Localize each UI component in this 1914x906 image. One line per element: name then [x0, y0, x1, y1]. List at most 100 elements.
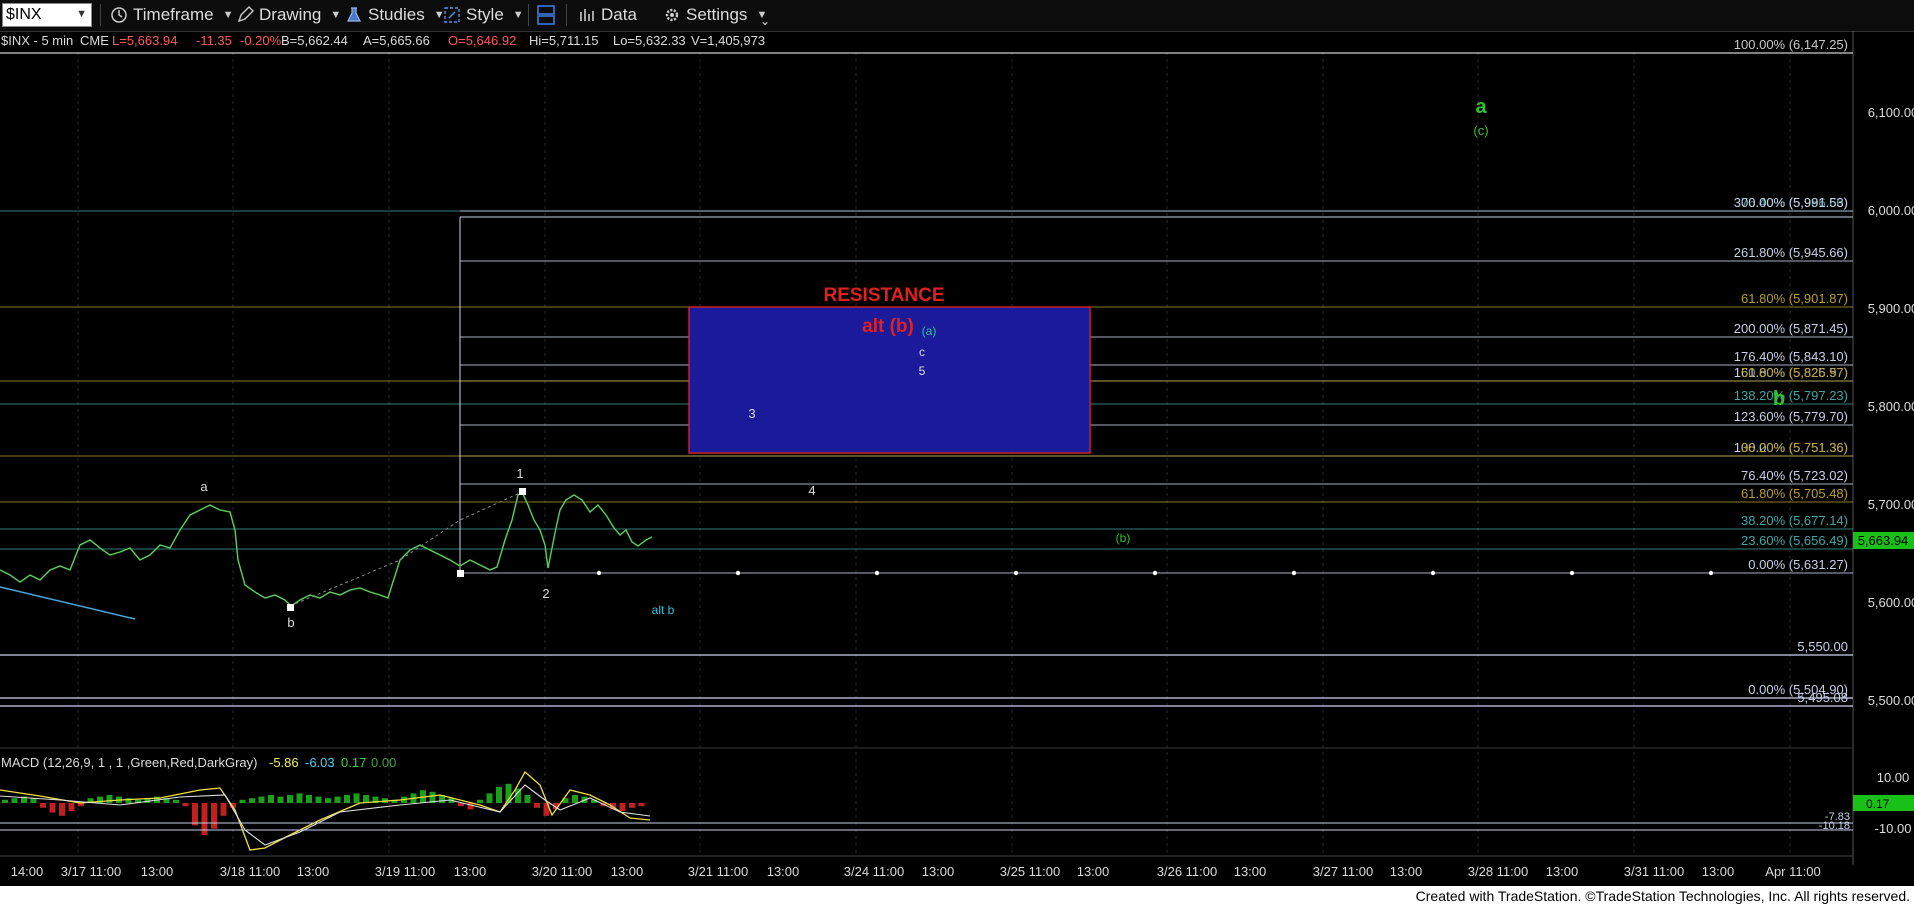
symbol-dropdown-icon[interactable]: ▼: [76, 8, 87, 20]
time-tick: 3/27 11:00: [1313, 864, 1373, 879]
data-button[interactable]: Data: [578, 2, 637, 28]
fib-level-label: 61.80% (5,705.48): [1741, 486, 1848, 501]
resistance-label: RESISTANCE: [823, 285, 944, 306]
chevron-down-icon: ▼: [512, 9, 524, 21]
settings-button[interactable]: Settings ▼: [663, 2, 767, 28]
projection-dot: [1430, 570, 1436, 576]
drawing-label: Drawing: [259, 5, 322, 24]
projection-dot: [874, 570, 880, 576]
projection-dot: [1152, 570, 1158, 576]
time-tick: 13:00: [922, 864, 955, 879]
macd-bar: [496, 787, 502, 803]
time-tick: 13:00: [454, 864, 487, 879]
toolbar-divider: [528, 4, 529, 26]
chart-header-symbol: $INX - 5 min: [1, 33, 73, 48]
macd-bar: [192, 803, 198, 826]
projection-dot: [1569, 570, 1575, 576]
studies-button[interactable]: Studies ▼: [345, 2, 445, 28]
macd-bar: [49, 803, 56, 813]
macd-bar: [220, 803, 227, 816]
wave-big-b-label: b: [1773, 388, 1785, 410]
macd-bar: [258, 796, 265, 803]
chart-header-high: Hi=5,711.15: [529, 33, 599, 48]
macd-bar: [40, 803, 46, 808]
trendline[interactable]: [0, 586, 136, 620]
clock-icon: [111, 7, 127, 23]
layout-button[interactable]: [536, 2, 556, 28]
macd-bar: [239, 799, 246, 803]
toolbar-divider: [566, 4, 567, 26]
fib-level-label: 261.80% (5,945.66): [1734, 245, 1848, 260]
macd-bar: [334, 796, 341, 803]
macd-axis-tick: -10.00: [1875, 821, 1912, 836]
toolbar-divider: [100, 4, 101, 26]
toolbar: $INX ▼ Timeframe ▼ Drawing ▼ Studies ▼ S…: [0, 0, 1914, 32]
wave-point-marker[interactable]: [519, 488, 526, 495]
timeframe-button[interactable]: Timeframe ▼: [110, 2, 234, 28]
wave-3-label: 3: [748, 406, 755, 421]
time-tick: 3/19 11:00: [375, 864, 435, 879]
time-axis: 14:00 3/17 11:00 13:00 3/18 11:00 13:00 3/19 …: [11, 864, 1821, 879]
chevron-down-icon: ▼: [330, 9, 342, 21]
macd-bar: [59, 803, 65, 816]
fib-level-label: 50.00% (5,826.97): [1741, 365, 1848, 380]
wave-point-marker[interactable]: [287, 604, 294, 611]
projection-dot: [596, 570, 602, 576]
chart-header-last: L=5,663.94: [112, 33, 177, 48]
chart-header-change: -11.35: [196, 33, 232, 48]
price-tick: 6,000.00: [1868, 203, 1914, 218]
fib-level-label: 38.20% (5,677.14): [1741, 513, 1848, 528]
projection-dot: [735, 570, 741, 576]
chart-header-open: O=5,646.92: [448, 33, 516, 48]
time-tick: 3/24 11:00: [844, 864, 904, 879]
symbol-input[interactable]: $INX ▼: [2, 3, 92, 27]
layout-icon: [537, 5, 555, 25]
price-tick: 5,800.00: [1868, 399, 1914, 414]
fib-level-label: 38.20% (5,751.36): [1741, 440, 1848, 455]
fib-level-label: 300.00% (5,991.53): [1734, 195, 1848, 210]
macd-bar: [325, 798, 331, 803]
alt-b-cyan-label: alt b: [652, 603, 675, 617]
price-tick: 6,100.00: [1868, 105, 1914, 120]
price-tick: 5,700.00: [1868, 497, 1914, 512]
price-tick: 5,600.00: [1868, 595, 1914, 610]
macd-bar: [68, 803, 75, 811]
style-button[interactable]: Style ▼: [443, 2, 524, 28]
time-tick: 13:00: [1390, 864, 1423, 879]
macd-bar: [249, 798, 255, 803]
macd-bar: [477, 799, 483, 803]
alt-b-label: alt (b): [862, 316, 914, 337]
macd-bar: [315, 796, 322, 803]
macd-bar: [106, 795, 113, 803]
fib-level-label: 123.60% (5,779.70): [1734, 409, 1848, 424]
price-tick: 5,500.00: [1868, 693, 1914, 708]
macd-bar: [173, 799, 179, 803]
time-tick: 13:00: [1077, 864, 1110, 879]
chart-header-low: Lo=5,632.33: [613, 33, 686, 48]
chart-header-ask: A=5,665.66: [363, 33, 430, 48]
flask-icon: [347, 7, 361, 22]
projection-dot: [1291, 570, 1297, 576]
drawing-button[interactable]: Drawing ▼: [236, 2, 341, 28]
fib-level-label: 61.80% (5,901.87): [1741, 291, 1848, 306]
macd-bar: [344, 795, 350, 803]
fib-level-label: 23.60% (5,656.49): [1741, 533, 1848, 548]
wave-big-a-label: a: [1475, 96, 1487, 118]
timeframe-label: Timeframe: [133, 5, 214, 24]
macd-bar: [2, 799, 8, 803]
current-price-label: 5,663.94: [1858, 533, 1909, 548]
copyright-text: Created with TradeStation. ©TradeStation…: [1415, 888, 1910, 904]
macd-bar: [182, 803, 189, 807]
style-label: Style: [466, 5, 504, 24]
time-tick: 13:00: [141, 864, 174, 879]
time-tick: 3/25 11:00: [1000, 864, 1060, 879]
wave-b-low-label: b: [287, 615, 294, 630]
style-icon: [444, 7, 460, 23]
time-tick: 13:00: [1234, 864, 1267, 879]
chart-header-change-pct: -0.20%: [240, 33, 282, 48]
symbol-value: $INX: [6, 6, 42, 23]
wave-point-marker[interactable]: [457, 570, 464, 577]
price-tick: 5,900.00: [1868, 301, 1914, 316]
price-chart[interactable]: $INX - 5 min CME L=5,663.94 -11.35 -0.20…: [0, 31, 1914, 886]
pencil-icon: [237, 6, 254, 23]
